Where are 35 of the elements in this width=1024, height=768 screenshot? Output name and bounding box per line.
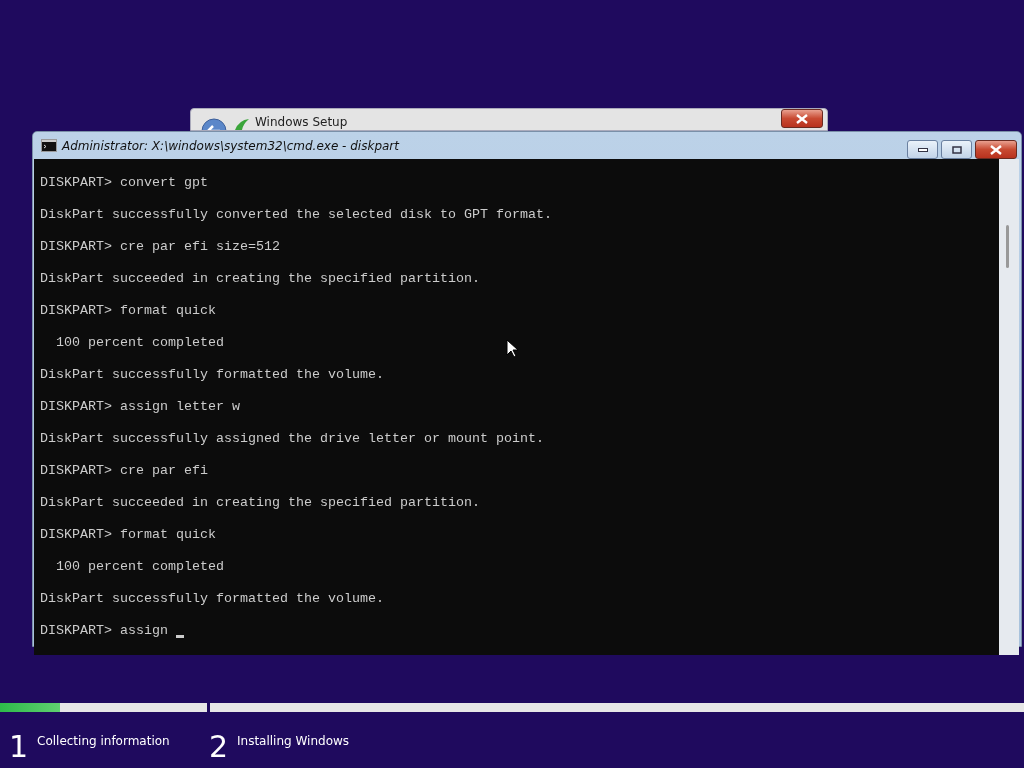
close-icon — [990, 144, 1002, 155]
setup-icon — [235, 119, 249, 130]
console-output-line: DiskPart successfully formatted the volume. — [40, 367, 384, 383]
console-output-line: DiskPart succeeded in creating the specified partition. — [40, 271, 480, 287]
command-line: DISKPART> assign — [40, 623, 169, 639]
step-label: Installing Windows — [237, 734, 350, 748]
mouse-pointer-icon — [506, 339, 518, 358]
console-output-line: 100 percent completed — [55, 559, 224, 575]
close-button[interactable] — [975, 140, 1017, 159]
minimize-button[interactable] — [907, 140, 938, 159]
window-title: Windows Setup — [255, 115, 348, 129]
minimize-icon — [917, 147, 928, 152]
step-label: Collecting information — [37, 734, 170, 748]
command-line: DISKPART> cre par efi — [40, 463, 208, 479]
maximize-button[interactable] — [941, 140, 972, 159]
scrollbar-thumb[interactable] — [1006, 225, 1009, 268]
step-number: 2 — [209, 730, 230, 764]
command-line: DISKPART> assign letter w — [40, 399, 240, 415]
console-output-line: DiskPart successfully assigned the drive letter or mount point. — [40, 431, 544, 447]
command-line: DISKPART> cre par efi size=512 — [40, 239, 280, 255]
console-icon — [41, 139, 57, 152]
command-line: DISKPART> format quick — [40, 527, 216, 543]
close-button[interactable] — [781, 109, 823, 128]
maximize-icon — [951, 145, 962, 154]
step-number: 1 — [9, 730, 30, 764]
console-output-line: 100 percent completed — [55, 335, 224, 351]
close-icon — [796, 113, 808, 124]
window-title: Administrator: X:\windows\system32\cmd.exe - diskpart — [62, 138, 401, 153]
console-output-line: DiskPart succeeded in creating the specified partition. — [40, 495, 480, 511]
text-cursor — [176, 635, 184, 638]
console-output-line: DiskPart successfully converted the selected disk to GPT format. — [40, 207, 552, 223]
scrollbar[interactable] — [999, 159, 1019, 655]
command-line: DISKPART> format quick — [40, 303, 216, 319]
console-output-line: DiskPart successfully formatted the volume. — [40, 591, 384, 607]
command-line: DISKPART> convert gpt — [40, 175, 208, 191]
